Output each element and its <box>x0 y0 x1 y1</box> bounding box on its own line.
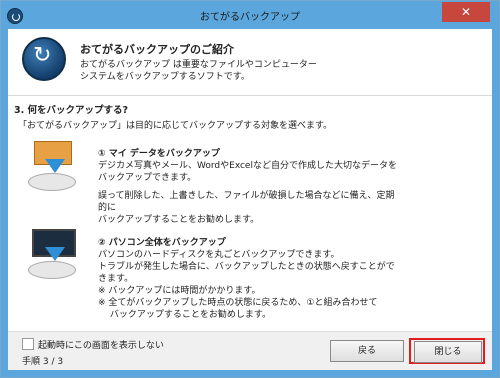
option-pc-title: ② パソコン全体をバックアップ <box>98 238 226 248</box>
divider <box>8 95 492 96</box>
option-line: 誤って削除した、上書きした、ファイルが破損した場合などに備え、定期的に <box>98 191 395 213</box>
down-arrow-icon <box>45 159 65 173</box>
step-indicator: 手順 3 / 3 <box>22 357 64 367</box>
backup-logo-icon <box>22 37 66 81</box>
option-line: バックアップできます。 <box>98 173 197 183</box>
option-line: バックアップすることをお勧めします。 <box>98 215 260 225</box>
dont-show-checkbox[interactable] <box>22 338 34 350</box>
my-data-backup-icon <box>26 137 80 191</box>
option-pc-description: パソコンのハードディスクを丸ごとバックアップできます。 トラブルが発生した場合に… <box>98 249 398 321</box>
option-line: ※ バックアップには時間がかかります。 <box>98 286 261 296</box>
dont-show-label[interactable]: 起動時にこの画面を表示しない <box>38 338 164 351</box>
footer-bar: 起動時にこの画面を表示しない 手順 3 / 3 戻る 閉じる <box>8 331 492 370</box>
option-line: バックアップすることをお勧めします。 <box>98 310 271 320</box>
option-my-data-title: ① マイ データをバックアップ <box>98 149 220 159</box>
disk-icon <box>28 261 76 279</box>
option-line: パソコンのハードディスクを丸ごとバックアップできます。 <box>98 250 340 260</box>
option-my-data-description: デジカメ写真やメール、WordやExcelなど自分で作成した大切なデータを バッ… <box>98 160 398 226</box>
window-close-button[interactable]: ✕ <box>442 2 490 22</box>
content-area: おてがるバックアップのご紹介 おてがるバックアップ は重要なファイルやコンピュー… <box>8 29 492 370</box>
intro-line: システムをバックアップするソフトです。 <box>80 72 250 82</box>
window-title: おてがるバックアップ <box>200 12 300 23</box>
option-line: ※ 全てがバックアップした時点の状態に戻るため、①と組み合わせて <box>98 298 378 308</box>
down-arrow-icon <box>45 247 65 261</box>
intro-heading: おてがるバックアップのご紹介 <box>80 43 234 56</box>
intro-line: おてがるバックアップ は重要なファイルやコンピューター <box>80 60 317 70</box>
back-button[interactable]: 戻る <box>330 340 404 362</box>
option-line: トラブルが発生した場合に、バックアップしたときの状態へ戻すことができます。 <box>98 262 395 284</box>
section-subtext: 「おてがるバックアップ」は目的に応じてバックアップする対象を選べます。 <box>18 121 333 131</box>
main-window: おてがるバックアップ ✕ おてがるバックアップのご紹介 おてがるバックアップ は… <box>0 0 500 378</box>
option-line: デジカメ写真やメール、WordやExcelなど自分で作成した大切なデータを <box>98 161 397 171</box>
close-button[interactable]: 閉じる <box>414 341 482 363</box>
pc-backup-icon <box>26 225 80 279</box>
disk-icon <box>28 173 76 191</box>
title-bar: おてがるバックアップ ✕ <box>1 1 499 29</box>
section-heading: 3. 何をバックアップする? <box>14 105 129 116</box>
intro-text: おてがるバックアップ は重要なファイルやコンピューター システムをバックアップす… <box>80 59 410 83</box>
